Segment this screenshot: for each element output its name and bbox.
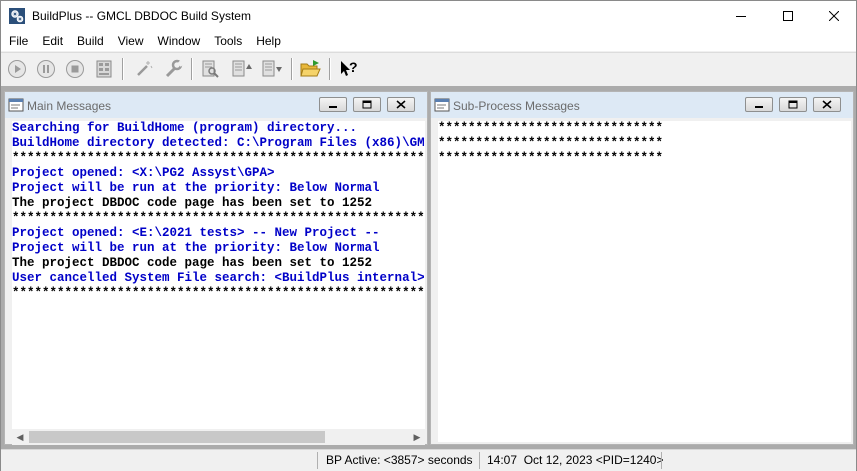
gear-app-icon [9, 8, 25, 24]
menu-edit[interactable]: Edit [34, 31, 69, 51]
main-messages-title-bar[interactable]: Main Messages [5, 92, 427, 118]
message-line: Project opened: <X:\PG2 Assyst\GPA> [12, 166, 275, 180]
maximize-icon [788, 100, 798, 109]
close-icon [396, 100, 406, 109]
scroll-left-arrow-icon[interactable]: ◀ [12, 429, 28, 445]
move-up-button[interactable] [230, 57, 254, 81]
open-folder-button[interactable] [299, 57, 323, 81]
mdi-client-area: Main Messages Searching for BuildHome (p… [1, 86, 856, 449]
maximize-icon [783, 11, 793, 21]
message-line: ****************************** [438, 136, 664, 150]
find-document-icon [202, 60, 219, 78]
message-line: The project DBDOC code page has been set… [12, 256, 373, 270]
sub-process-messages-pane[interactable]: ****************************** *********… [438, 121, 851, 442]
sub-process-messages-title-bar[interactable]: Sub-Process Messages [431, 92, 853, 118]
menu-help[interactable]: Help [248, 31, 287, 51]
status-datetime: 14:07 Oct 12, 2023 <PID=1240> [487, 453, 664, 467]
status-bar: BP Active: <3857> seconds 14:07 Oct 12, … [1, 449, 856, 471]
minimize-icon [736, 16, 746, 17]
toolbar-separator [329, 58, 331, 80]
sub-process-minimize-button[interactable] [745, 97, 773, 112]
stop-icon [66, 60, 84, 78]
main-messages-close-button[interactable] [387, 97, 415, 112]
scroll-right-arrow-icon[interactable]: ▶ [409, 429, 425, 445]
menu-bar: File Edit Build View Window Tools Help [1, 31, 856, 51]
main-messages-title: Main Messages [27, 99, 112, 113]
keyboard-button[interactable] [92, 57, 116, 81]
main-messages-minimize-button[interactable] [319, 97, 347, 112]
message-line: ****************************** [438, 151, 664, 165]
open-folder-icon [300, 60, 321, 77]
status-separator [317, 452, 318, 469]
toolbar: ? [1, 52, 856, 87]
maximize-icon [362, 100, 372, 109]
sub-process-messages-window: Sub-Process Messages *******************… [430, 91, 854, 445]
main-messages-maximize-button[interactable] [353, 97, 381, 112]
status-separator [661, 452, 662, 469]
message-line: Project will be run at the priority: Bel… [12, 181, 380, 195]
status-separator [479, 452, 480, 469]
message-line: User cancelled System File search: <Buil… [12, 271, 425, 285]
stop-button[interactable] [63, 57, 87, 81]
message-line: The project DBDOC code page has been set… [12, 196, 373, 210]
play-icon [8, 60, 26, 78]
message-line: Project opened: <E:\2021 tests> -- New P… [12, 226, 380, 240]
status-active-time: BP Active: <3857> seconds [326, 453, 473, 467]
pause-icon [37, 60, 55, 78]
main-messages-window: Main Messages Searching for BuildHome (p… [4, 91, 428, 445]
menu-tools[interactable]: Tools [206, 31, 248, 51]
keyboard-icon [96, 60, 112, 78]
maximize-button[interactable] [765, 1, 811, 31]
scrollbar-thumb[interactable] [29, 431, 325, 443]
title-bar[interactable]: BuildPlus -- GMCL DBDOC Build System [1, 1, 856, 31]
sub-process-messages-title: Sub-Process Messages [453, 99, 580, 113]
move-up-icon [232, 60, 252, 77]
pause-button[interactable] [34, 57, 58, 81]
minimize-button[interactable] [718, 1, 764, 31]
magic-wand-icon [137, 61, 153, 76]
window-icon [8, 98, 24, 112]
toolbar-separator [122, 58, 124, 80]
close-button[interactable] [811, 1, 857, 31]
toolbar-separator [291, 58, 293, 80]
message-line: BuildHome directory detected: C:\Program… [12, 136, 425, 150]
sub-process-maximize-button[interactable] [779, 97, 807, 112]
message-line: ****************************************… [12, 151, 425, 165]
message-line: ****************************************… [12, 286, 425, 300]
wrench-button[interactable] [161, 57, 185, 81]
app-window: BuildPlus -- GMCL DBDOC Build System Fil… [0, 0, 857, 471]
menu-window[interactable]: Window [150, 31, 207, 51]
minimize-icon [755, 105, 763, 108]
move-down-button[interactable] [260, 57, 284, 81]
message-line: ****************************************… [12, 211, 425, 225]
close-icon [829, 11, 839, 21]
toolbar-separator [191, 58, 193, 80]
magic-wand-button[interactable] [132, 57, 156, 81]
minimize-icon [329, 105, 337, 108]
wrench-icon [165, 59, 183, 78]
close-icon [822, 100, 832, 109]
menu-file[interactable]: File [1, 31, 34, 51]
horizontal-scrollbar[interactable]: ◀ ▶ [12, 429, 425, 445]
menu-view[interactable]: View [110, 31, 150, 51]
play-button[interactable] [5, 57, 29, 81]
find-document-button[interactable] [198, 57, 222, 81]
window-title: BuildPlus -- GMCL DBDOC Build System [32, 9, 251, 23]
help-question-mark: ? [349, 59, 358, 75]
move-down-icon [262, 60, 282, 77]
message-line: Searching for BuildHome (program) direct… [12, 121, 358, 135]
message-line: ****************************** [438, 121, 664, 135]
message-line: Project will be run at the priority: Bel… [12, 241, 380, 255]
main-messages-pane[interactable]: Searching for BuildHome (program) direct… [12, 121, 425, 429]
sub-process-close-button[interactable] [813, 97, 841, 112]
context-help-button[interactable]: ? [337, 57, 361, 81]
window-icon [434, 98, 450, 112]
menu-build[interactable]: Build [69, 31, 110, 51]
